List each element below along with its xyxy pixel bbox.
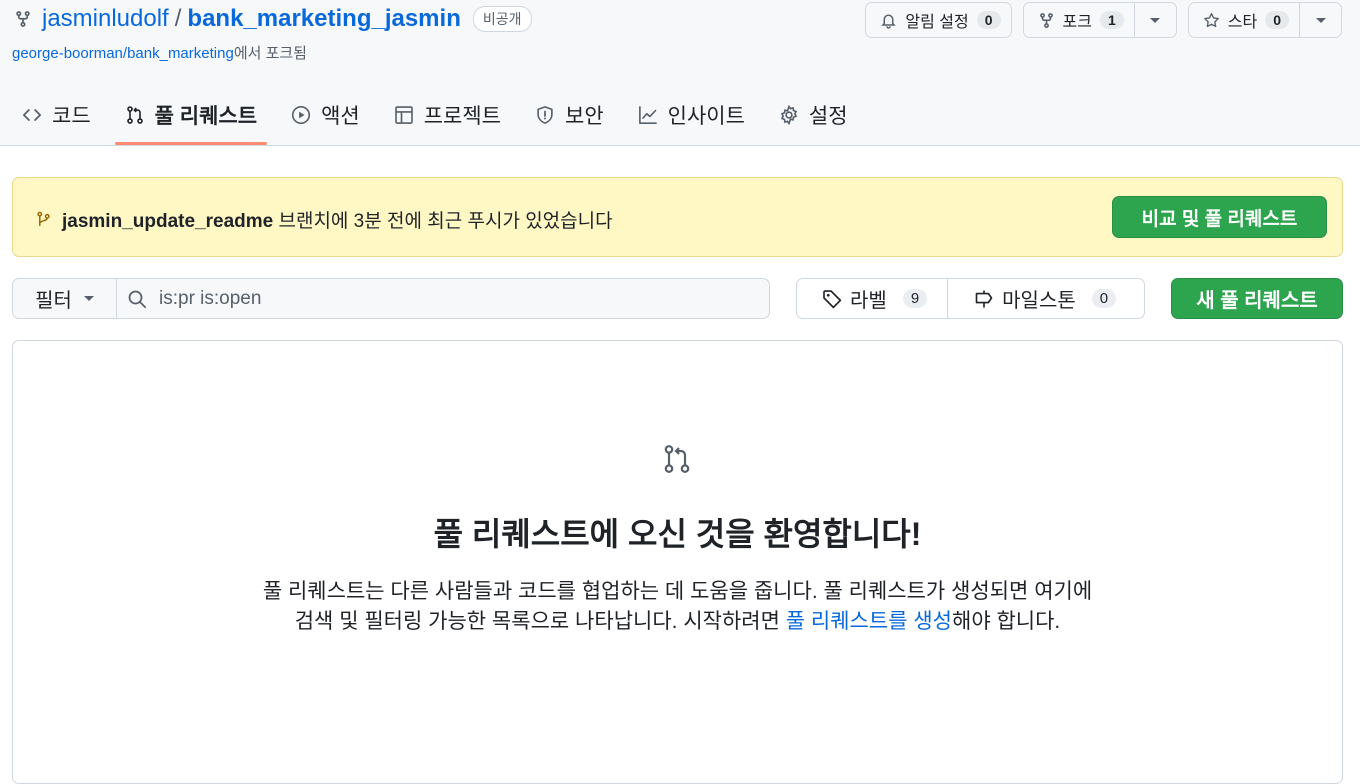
search-icon: [128, 290, 146, 308]
watch-label: 알림 설정: [905, 14, 969, 31]
bell-icon: [881, 13, 897, 29]
blankslate-line-2: 검색 및 필터링 가능한 목록으로 나타납니다. 시작하려면 풀 리퀘스트를 생…: [13, 607, 1342, 637]
visibility-badge: 비공개: [472, 6, 532, 32]
milestones-count: 0: [1091, 289, 1117, 308]
blankslate-line-2-prefix: 검색 및 필터링 가능한 목록으로 나타납니다. 시작하려면: [294, 610, 786, 633]
play-icon: [292, 105, 311, 125]
shield-icon: [537, 106, 553, 124]
git-pull-request-icon: [664, 445, 690, 473]
blankslate-description: 풀 리퀘스트는 다른 사람들과 코드를 협업하는 데 도움을 줍니다. 풀 리퀘…: [13, 577, 1342, 637]
watch-button-group: 알림 설정 0: [865, 2, 1012, 38]
repo-name-link[interactable]: bank_marketing_jasmin: [187, 5, 460, 33]
repo-owner-link[interactable]: jasminludolf: [42, 5, 169, 33]
repo-nav: 코드 풀 리퀘스트 액션 프로젝트 보안 인사이트 설정: [12, 86, 872, 146]
fork-dropdown-button[interactable]: [1133, 3, 1176, 37]
gear-icon: [780, 105, 798, 125]
star-icon: [1203, 12, 1219, 27]
fork-button[interactable]: 포크 1: [1023, 3, 1134, 37]
star-button[interactable]: 스타 0: [1188, 3, 1299, 37]
tab-label: 설정: [808, 105, 848, 128]
repo-separator: /: [174, 5, 182, 32]
filter-bar: 필터: [12, 278, 770, 319]
labels-label: 라벨: [850, 290, 887, 312]
tab-label: 액션: [321, 105, 360, 128]
tag-icon: [823, 289, 842, 308]
tab-label: 보안: [565, 105, 604, 128]
blankslate-line-1: 풀 리퀘스트는 다른 사람들과 코드를 협업하는 데 도움을 줍니다. 풀 리퀘…: [262, 580, 1093, 603]
tab-label: 프로젝트: [423, 105, 501, 128]
code-icon: [23, 109, 41, 121]
filter-dropdown-button[interactable]: 필터: [13, 279, 117, 318]
tab-label: 인사이트: [667, 105, 745, 128]
search-area: [117, 279, 769, 318]
create-pull-request-link[interactable]: 풀 리퀘스트를 생성: [786, 610, 952, 633]
repo-actions: 알림 설정 0 포크 1 스타 0: [865, 2, 1342, 38]
repo-title: jasminludolf / bank_marketing_jasmin 비공개: [14, 4, 532, 34]
repo-forked-icon: [16, 11, 30, 27]
compare-pull-request-button[interactable]: 비교 및 풀 리퀘스트: [1112, 196, 1327, 238]
chevron-down-icon: [1315, 17, 1326, 23]
pr-toolbar: 필터 라벨 9 마일스톤 0 새 풀 리퀘스트: [12, 278, 1343, 320]
blankslate-line-2-suffix: 해야 합니다.: [952, 610, 1061, 633]
labels-count: 9: [902, 289, 928, 308]
repo-forked-icon: [1039, 12, 1053, 28]
tab-settings[interactable]: 설정: [769, 86, 858, 144]
tab-code[interactable]: 코드: [12, 86, 101, 144]
watch-count: 0: [976, 11, 1001, 29]
chevron-down-icon: [1150, 17, 1161, 23]
star-label: 스타: [1227, 14, 1258, 31]
chevron-down-icon: [83, 296, 94, 301]
tab-projects[interactable]: 프로젝트: [384, 86, 511, 144]
filter-label: 필터: [35, 290, 72, 312]
star-count: 0: [1265, 11, 1289, 29]
search-input[interactable]: [159, 287, 719, 310]
star-dropdown-button[interactable]: [1299, 3, 1341, 37]
labels-button[interactable]: 라벨 9: [797, 279, 947, 318]
blankslate-title: 풀 리퀘스트에 오신 것을 환영합니다!: [433, 516, 922, 552]
git-pull-request-icon: [126, 106, 143, 124]
milestone-icon: [975, 290, 993, 307]
tab-actions[interactable]: 액션: [281, 86, 370, 144]
tab-label: 코드: [52, 105, 91, 128]
branch-name: jasmin_update_readme: [62, 211, 274, 232]
labels-milestones-group: 라벨 9 마일스톤 0: [796, 278, 1145, 319]
fork-count: 1: [1099, 11, 1124, 29]
milestones-button[interactable]: 마일스톤 0: [947, 279, 1136, 318]
git-branch-icon: [37, 211, 50, 226]
star-button-group: 스타 0: [1187, 2, 1342, 38]
new-pull-request-button[interactable]: 새 풀 리퀘스트: [1171, 278, 1343, 319]
recent-push-message: jasmin_update_readme 브랜치에 3분 전에 최근 푸시가 있…: [35, 206, 613, 233]
table-icon: [394, 106, 413, 124]
forked-from: george-boorman/bank_marketing에서 포크됨: [12, 42, 307, 63]
repo-header: jasminludolf / bank_marketing_jasmin 비공개…: [0, 0, 1360, 146]
tab-pull-requests[interactable]: 풀 리퀘스트: [114, 86, 268, 145]
tab-label: 풀 리퀘스트: [154, 105, 258, 128]
fork-label: 포크: [1062, 14, 1092, 31]
recent-push-banner: jasmin_update_readme 브랜치에 3분 전에 최근 푸시가 있…: [12, 177, 1343, 257]
fork-suffix: 에서 포크됨: [233, 45, 307, 62]
push-message: 브랜치에 3분 전에 최근 푸시가 있었습니다: [278, 211, 613, 232]
tab-insights[interactable]: 인사이트: [628, 86, 755, 144]
milestones-label: 마일스톤: [1002, 290, 1076, 312]
fork-button-group: 포크 1: [1022, 2, 1177, 38]
fork-source-link[interactable]: george-boorman/bank_marketing: [12, 45, 234, 62]
tab-security[interactable]: 보안: [525, 86, 614, 144]
graph-icon: [638, 106, 657, 124]
pull-requests-blankslate: 풀 리퀘스트에 오신 것을 환영합니다! 풀 리퀘스트는 다른 사람들과 코드를…: [12, 340, 1343, 784]
watch-button[interactable]: 알림 설정 0: [866, 3, 1011, 37]
